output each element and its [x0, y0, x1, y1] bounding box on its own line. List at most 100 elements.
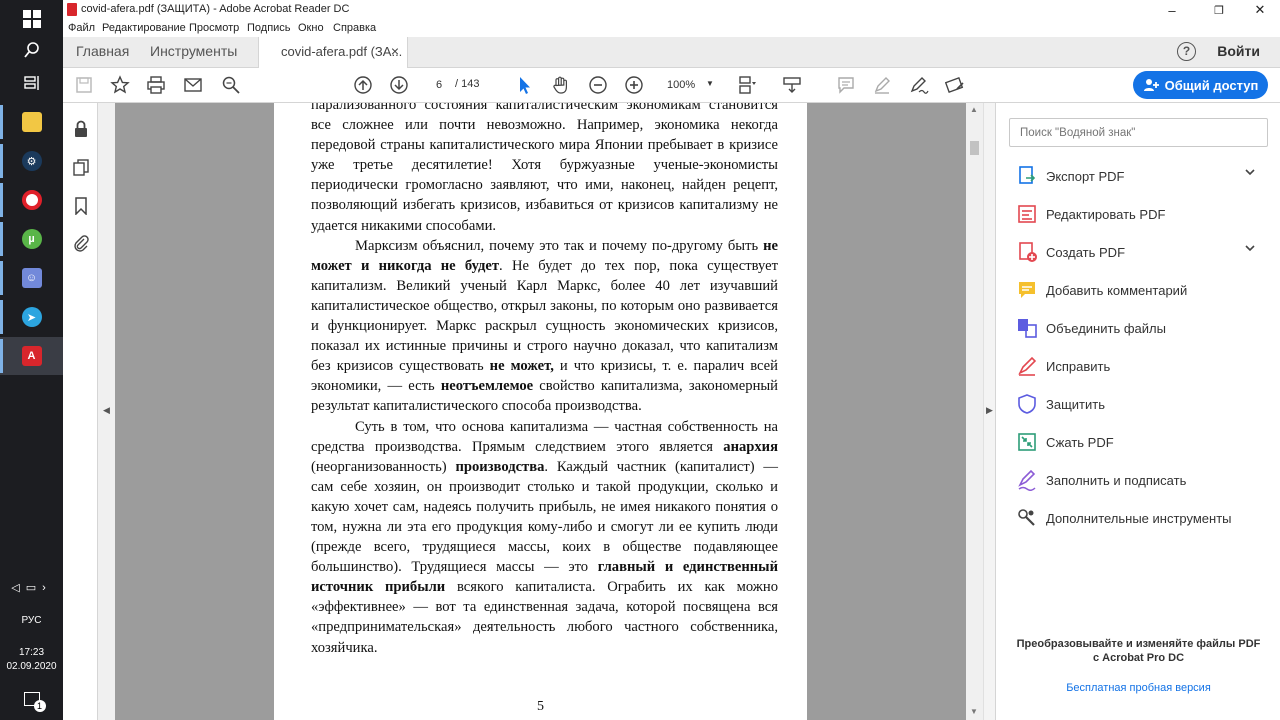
- text-run: . Каждый частник (капиталист) — сам себе…: [311, 458, 778, 576]
- zoom-dropdown[interactable]: 100% ▼: [659, 77, 719, 95]
- paperclip-icon: [74, 235, 89, 252]
- tool-fix[interactable]: Исправить: [1016, 352, 1266, 380]
- close-tab-icon[interactable]: ×: [391, 43, 399, 59]
- clock-date[interactable]: 02.09.2020: [0, 660, 63, 673]
- clock-time[interactable]: 17:23: [0, 646, 63, 659]
- page-display-button[interactable]: [733, 73, 759, 97]
- tab-home[interactable]: Главная: [76, 43, 129, 59]
- comment-tool-button[interactable]: [833, 73, 859, 97]
- vertical-scrollbar[interactable]: ▲ ▼: [966, 103, 983, 720]
- tool-protect[interactable]: Защитить: [1016, 390, 1266, 418]
- save-button[interactable]: [71, 73, 97, 97]
- scrollbar-thumb[interactable]: [970, 141, 979, 155]
- tool-fill-sign[interactable]: Заполнить и подписать: [1016, 466, 1266, 494]
- tool-edit-pdf[interactable]: Редактировать PDF: [1016, 200, 1266, 228]
- opera-icon: [21, 190, 42, 210]
- tools-search-input[interactable]: [1009, 118, 1268, 147]
- promo-line-1: Преобразовывайте и изменяйте файлы PDF: [1016, 638, 1261, 650]
- tool-compress-pdf[interactable]: Сжать PDF: [1016, 428, 1266, 456]
- scroll-down-icon[interactable]: ▼: [970, 707, 978, 716]
- signature-pen-icon: [910, 77, 929, 94]
- free-trial-link[interactable]: Бесплатная пробная версия: [996, 682, 1280, 694]
- left-pane-toggle[interactable]: ◀: [98, 103, 115, 720]
- window-title: covid-afera.pdf (ЗАЩИТА) - Adobe Acrobat…: [81, 3, 350, 15]
- input-language[interactable]: РУС: [0, 614, 63, 627]
- tab-bar: Главная Инструменты covid-afera.pdf (ЗА.…: [63, 37, 1280, 68]
- tab-document[interactable]: covid-afera.pdf (ЗА... ×: [258, 37, 408, 68]
- fill-sign-icon: [1016, 469, 1038, 491]
- tool-label: Сжать PDF: [1046, 434, 1114, 450]
- tool-export-pdf[interactable]: Экспорт PDF: [1016, 162, 1266, 190]
- comment-icon: [1016, 279, 1038, 301]
- previous-page-button[interactable]: [350, 73, 376, 97]
- task-view-button[interactable]: [0, 64, 63, 102]
- taskbar-utorrent[interactable]: µ: [0, 220, 63, 258]
- action-center-button[interactable]: 1: [0, 684, 63, 714]
- star-icon: [110, 75, 130, 94]
- scroll-mode-button[interactable]: [779, 73, 805, 97]
- bookmarks-button[interactable]: [70, 195, 92, 217]
- tab-tools[interactable]: Инструменты: [150, 43, 237, 59]
- attachments-button[interactable]: [70, 232, 92, 254]
- highlight-tool-button[interactable]: [869, 73, 895, 97]
- taskbar-discord[interactable]: ☺: [0, 259, 63, 297]
- sign-in-button[interactable]: Войти: [1217, 43, 1260, 59]
- tool-combine-files[interactable]: Объединить файлы: [1016, 314, 1266, 342]
- collapse-right-icon: ▶: [986, 405, 993, 415]
- share-button[interactable]: Общий доступ: [1133, 71, 1268, 99]
- minus-circle-icon: [589, 76, 607, 94]
- tool-label: Создать PDF: [1046, 244, 1126, 260]
- bold-text-run: анархия: [723, 438, 778, 455]
- find-button[interactable]: [218, 73, 244, 97]
- chevron-down-icon[interactable]: [1244, 242, 1256, 257]
- select-tool-button[interactable]: [511, 73, 537, 97]
- tool-more-tools[interactable]: Дополнительные инструменты: [1016, 504, 1266, 532]
- menu-help[interactable]: Справка: [333, 22, 376, 34]
- more-tools-icon: [1016, 507, 1038, 529]
- page-number-input[interactable]: 6: [426, 76, 452, 94]
- scroll-up-icon[interactable]: ▲: [970, 105, 978, 114]
- chevron-down-icon[interactable]: [1244, 166, 1256, 181]
- tool-label: Исправить: [1046, 358, 1111, 374]
- tool-comment[interactable]: Добавить комментарий: [1016, 276, 1266, 304]
- compress-pdf-icon: [1016, 431, 1038, 453]
- hand-tool-button[interactable]: [548, 73, 574, 97]
- minimize-button[interactable]: –: [1153, 0, 1191, 20]
- menu-view[interactable]: Просмотр: [189, 22, 239, 34]
- promo-line-2: с Acrobat Pro DC: [1092, 652, 1185, 664]
- document-viewport[interactable]: ◀ парализованного состояния капиталистич…: [98, 103, 966, 720]
- edit-pdf-icon: [1016, 203, 1038, 225]
- telegram-icon: ➤: [21, 307, 42, 327]
- menu-file[interactable]: Файл: [68, 22, 95, 34]
- menu-edit[interactable]: Редактирование: [102, 22, 186, 34]
- taskbar-acrobat[interactable]: A: [0, 337, 63, 375]
- zoom-in-button[interactable]: [621, 73, 647, 97]
- fill-sign-tool-button[interactable]: [942, 73, 968, 97]
- tab-document-label: covid-afera.pdf (ЗА...: [281, 44, 403, 59]
- notification-count: 1: [33, 700, 46, 712]
- menu-sign[interactable]: Подпись: [247, 22, 291, 34]
- maximize-button[interactable]: ❐: [1200, 0, 1238, 20]
- system-tray-icons[interactable]: ◁▭›: [0, 576, 63, 598]
- menu-window[interactable]: Окно: [298, 22, 324, 34]
- windows-taskbar: ⚙ µ ☺ ➤ A ◁▭› РУС 17:23 02.09.2020 1: [0, 0, 63, 720]
- taskbar-file-explorer[interactable]: [0, 103, 63, 141]
- promo-text: Преобразовывайте и изменяйте файлы PDF с…: [996, 637, 1280, 665]
- email-button[interactable]: [180, 73, 206, 97]
- tool-create-pdf[interactable]: Создать PDF: [1016, 238, 1266, 266]
- bookmark-star-button[interactable]: [107, 73, 133, 97]
- right-pane-toggle[interactable]: ▶: [983, 103, 995, 720]
- print-button[interactable]: [143, 73, 169, 97]
- help-icon[interactable]: ?: [1177, 42, 1196, 61]
- security-button[interactable]: [70, 118, 92, 140]
- bookmark-icon: [75, 197, 87, 215]
- taskbar-telegram[interactable]: ➤: [0, 298, 63, 336]
- close-button[interactable]: ✕: [1241, 0, 1279, 20]
- zoom-out-button[interactable]: [585, 73, 611, 97]
- sign-tool-button[interactable]: [906, 73, 932, 97]
- bold-text-run: не может,: [489, 358, 554, 375]
- taskbar-steam[interactable]: ⚙: [0, 142, 63, 180]
- taskbar-opera[interactable]: [0, 181, 63, 219]
- next-page-button[interactable]: [386, 73, 412, 97]
- page-thumbnails-button[interactable]: [70, 156, 92, 178]
